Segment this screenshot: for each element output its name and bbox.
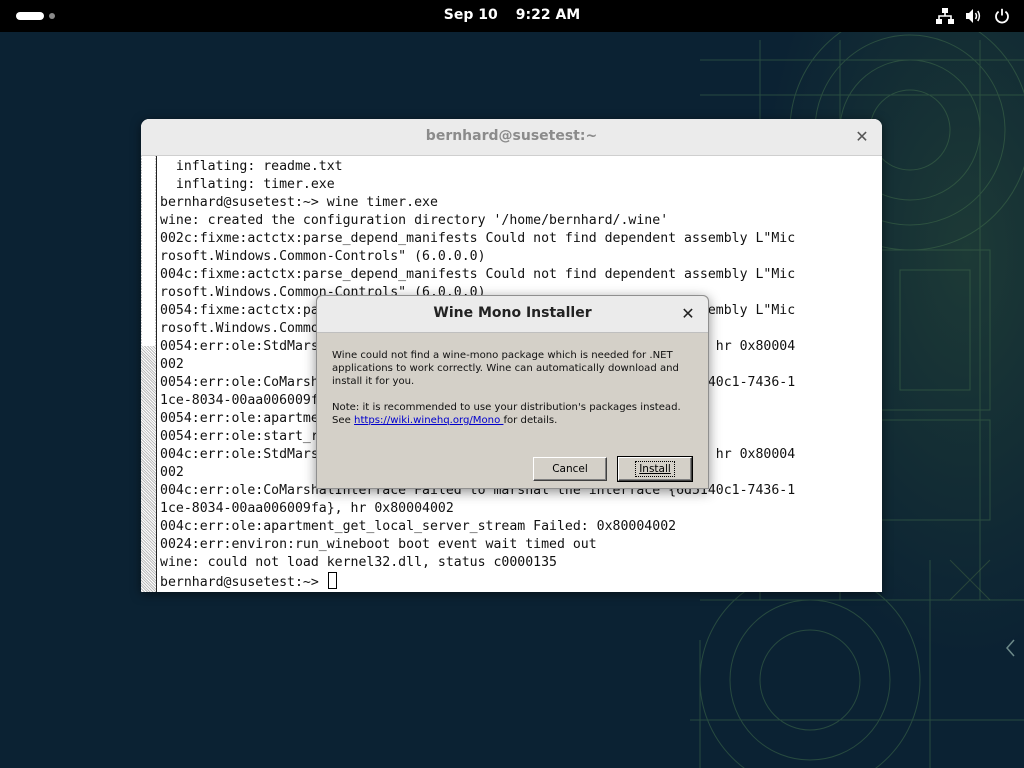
terminal-line: bernhard@susetest:~> wine timer.exe [160,195,438,210]
see-label: See [332,415,355,426]
terminal-line: bernhard@susetest:~> [160,572,882,590]
note-line: Note: it is recommended to use your dist… [332,402,681,413]
terminal-line: 002c:fixme:actctx:parse_depend_manifests… [160,231,796,246]
terminal-cursor [327,572,337,589]
terminal-scrollbar[interactable] [141,156,157,592]
clock-time[interactable]: 9:22 AM [516,7,580,23]
power-icon[interactable] [994,8,1010,24]
scrollbar-thumb[interactable] [142,156,155,346]
wine-mono-wiki-link[interactable]: https://wiki.winehq.org/Mono [354,415,503,426]
activities-button[interactable] [14,10,64,22]
dialog-close-icon[interactable]: ✕ [678,304,698,324]
note-line: See https://wiki.winehq.org/Mono for det… [332,414,682,427]
workspace-active-indicator [16,12,44,20]
message-line: install it for you. [332,376,415,387]
volume-icon[interactable] [965,8,983,24]
terminal-line: 0024:err:environ:run_wineboot boot event… [160,537,597,552]
desktop-corner-glyph [1006,639,1015,657]
clock[interactable]: Sep 10 9:22 AM [0,7,1024,23]
top-bar: Sep 10 9:22 AM [0,0,1024,32]
dialog-title: Wine Mono Installer [433,305,592,321]
terminal-titlebar[interactable]: bernhard@susetest:~ ✕ [141,119,882,156]
cancel-button[interactable]: Cancel [533,457,607,481]
system-menu[interactable] [936,7,1010,25]
terminal-title: bernhard@susetest:~ [425,128,598,144]
workspace-dot-indicator [49,13,55,19]
dialog-message: Wine could not find a wine-mono package … [332,349,682,427]
terminal-line: rosoft.Windows.Common-Controls" (6.0.0.0… [160,249,486,264]
install-button-label: Install [635,461,675,477]
wine-mono-installer-dialog[interactable]: Wine Mono Installer ✕ Wine could not fin… [316,295,709,489]
terminal-line: 004c:err:ole:apartment_get_local_server_… [160,519,677,534]
terminal-line: 1ce-8034-00aa006009fa}, hr 0x80004002 [160,501,454,516]
network-wired-icon[interactable] [936,8,954,24]
install-button[interactable]: Install [617,456,693,482]
clock-date[interactable]: Sep 10 [444,7,498,23]
for-details-label: for details. [503,415,558,426]
terminal-close-icon[interactable]: ✕ [852,127,872,147]
dialog-titlebar[interactable]: Wine Mono Installer ✕ [317,296,708,333]
terminal-line: inflating: readme.txt [160,159,343,174]
terminal-line: inflating: timer.exe [160,177,335,192]
message-line: applications to work correctly. Wine can… [332,363,679,374]
message-line: Wine could not find a wine-mono package … [332,350,673,361]
terminal-line: wine: created the configuration director… [160,213,669,228]
terminal-line: wine: could not load kernel32.dll, statu… [160,555,557,570]
terminal-line: 004c:fixme:actctx:parse_depend_manifests… [160,267,796,282]
